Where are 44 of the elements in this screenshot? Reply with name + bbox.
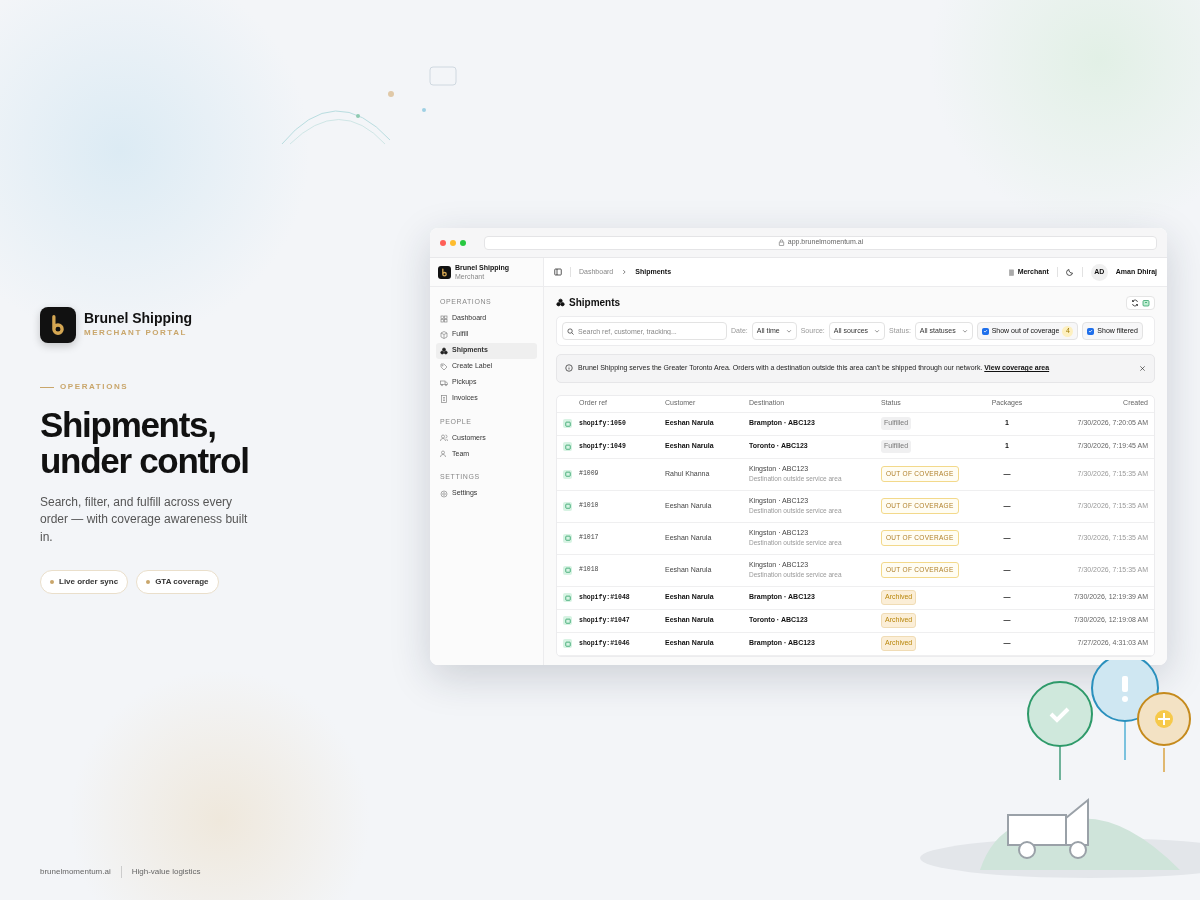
chevron-down-icon bbox=[874, 328, 881, 334]
chevron-down-icon bbox=[961, 328, 968, 334]
feature-chip: Live order sync bbox=[40, 569, 129, 594]
people-icon bbox=[440, 434, 448, 442]
settings-icon bbox=[440, 489, 448, 498]
package-icon bbox=[564, 443, 571, 450]
package-icon bbox=[564, 535, 571, 541]
headline: Shipments, under control bbox=[40, 407, 250, 480]
refresh-icon[interactable] bbox=[1131, 298, 1139, 307]
close-icon[interactable] bbox=[1139, 364, 1146, 372]
cluster-icon bbox=[440, 346, 448, 355]
package-icon bbox=[564, 567, 571, 573]
lock-icon bbox=[777, 239, 785, 246]
person-icon bbox=[440, 450, 448, 458]
footer-text: High-value logistics bbox=[131, 866, 201, 878]
package-icon bbox=[564, 471, 571, 477]
chevron-right-icon bbox=[621, 269, 628, 275]
package-icon bbox=[564, 503, 571, 509]
footer-text: brunelmomentum.ai bbox=[40, 866, 111, 878]
document-icon bbox=[440, 394, 448, 403]
checkmark-icon bbox=[982, 328, 988, 334]
checkbox[interactable] bbox=[981, 327, 989, 335]
building-icon bbox=[1007, 268, 1015, 276]
package-icon bbox=[564, 640, 571, 647]
chevron-down-icon bbox=[785, 328, 792, 334]
package-icon bbox=[564, 594, 571, 601]
info-icon bbox=[565, 364, 573, 373]
sidebar-toggle-icon[interactable] bbox=[554, 268, 562, 276]
checkmark-icon bbox=[1088, 328, 1094, 334]
brand-subtitle: MERCHANT PORTAL bbox=[84, 326, 188, 339]
truck-icon bbox=[440, 378, 448, 387]
description: Search, filter, and fulfill across every order — with coverage awareness built in. bbox=[40, 493, 249, 546]
section-eyebrow: OPERATIONS bbox=[60, 381, 129, 393]
package-icon bbox=[564, 617, 571, 624]
cluster-icon bbox=[556, 298, 565, 307]
grid-icon bbox=[440, 314, 448, 323]
box-icon bbox=[440, 330, 448, 339]
feature-chip: GTA coverage bbox=[136, 569, 219, 594]
page-title: Shipments bbox=[569, 296, 621, 310]
tag-icon bbox=[440, 362, 448, 371]
package-icon bbox=[564, 420, 571, 427]
brand-name: Brunel Shipping bbox=[84, 311, 193, 327]
moon-icon[interactable] bbox=[1065, 268, 1074, 276]
checkbox[interactable] bbox=[1087, 327, 1095, 335]
